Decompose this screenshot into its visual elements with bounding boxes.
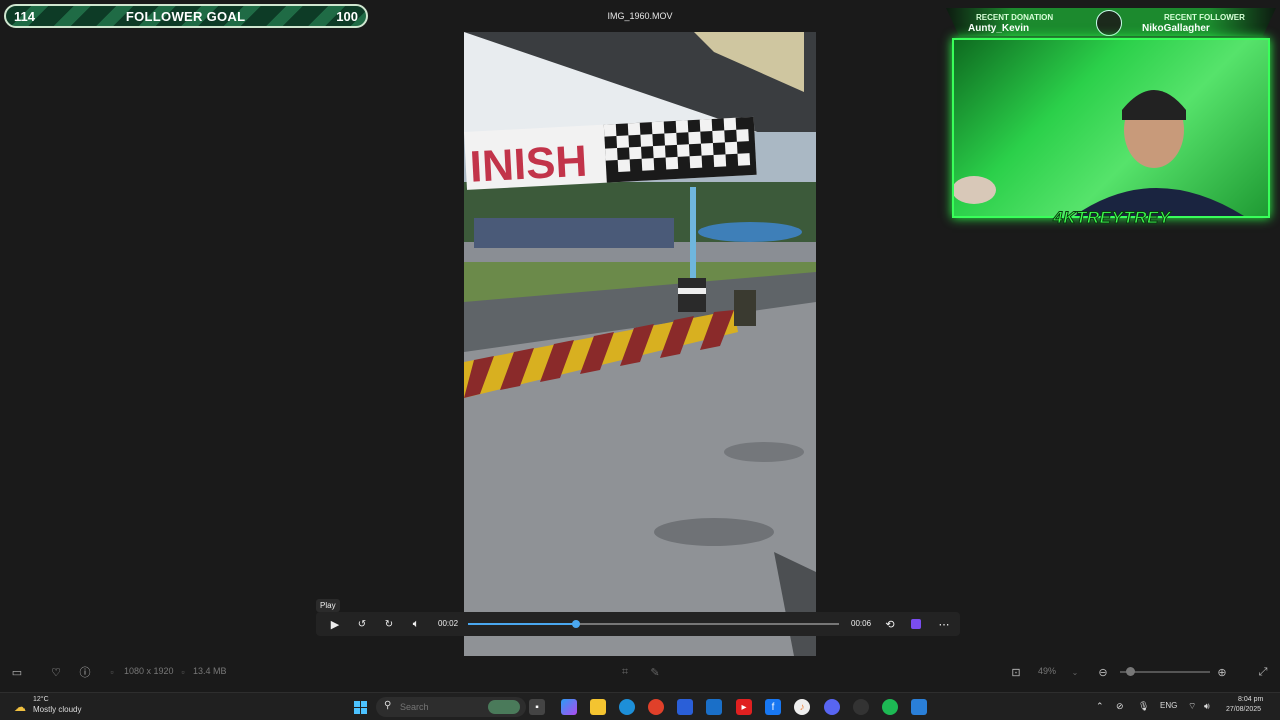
copilot-icon[interactable] xyxy=(561,699,577,715)
crop-icon[interactable]: ⌗ xyxy=(618,665,632,679)
weather-cloud-icon[interactable]: ☁ xyxy=(12,699,28,715)
tray-chevron-up-icon[interactable]: ⌃ xyxy=(1096,701,1104,712)
edge-icon[interactable] xyxy=(619,699,635,715)
forward-30-icon[interactable]: ↻ xyxy=(381,616,397,632)
spotify-icon[interactable] xyxy=(882,699,898,715)
filmstrip-icon[interactable]: ▭ xyxy=(10,665,24,679)
facebook-icon[interactable]: f xyxy=(765,699,781,715)
zoom-out-icon[interactable]: ⊖ xyxy=(1096,665,1110,679)
search-icon: ⚲ xyxy=(384,700,392,711)
webcam-person xyxy=(954,90,1244,216)
language-indicator[interactable]: ENG xyxy=(1160,701,1177,710)
seek-progress xyxy=(468,623,576,625)
seek-handle[interactable] xyxy=(571,620,580,628)
video-frame[interactable]: INISH xyxy=(464,32,816,656)
search-highlight-icon xyxy=(488,700,520,714)
webcam-overlay: RECENT DONATION Aunty_Kevin RECENT FOLLO… xyxy=(946,8,1276,230)
zoom-in-icon[interactable]: ⊕ xyxy=(1215,665,1229,679)
file-info-icon[interactable]: ⓘ xyxy=(78,665,92,679)
taskbar: ☁ 12°C Mostly cloudy ⚲ ▪ ▸ f ♪ ⌃ ⊘ 🎙︎ EN… xyxy=(0,692,1280,720)
store-icon[interactable] xyxy=(677,699,693,715)
file-explorer-icon[interactable] xyxy=(590,699,606,715)
repeat-icon[interactable]: ⟲ xyxy=(882,616,898,632)
webcam-feed xyxy=(952,38,1270,218)
file-size-icon: ▫ xyxy=(181,667,185,677)
recent-donation-name: Aunty_Kevin xyxy=(968,23,1030,34)
start-icon[interactable] xyxy=(352,699,368,715)
more-options-icon[interactable]: ⋯ xyxy=(936,616,952,632)
edit-icon[interactable]: ✎ xyxy=(648,665,662,679)
itunes-icon[interactable]: ♪ xyxy=(794,699,810,715)
fullscreen-icon[interactable]: ⤢ xyxy=(1256,665,1270,679)
rewind-10-icon[interactable]: ↺ xyxy=(354,616,370,632)
resolution-icon: ▫ xyxy=(110,667,114,677)
duration-time: 00:06 xyxy=(851,619,872,628)
volume-icon[interactable]: 🔈︎ xyxy=(408,616,424,632)
zoom-slider[interactable] xyxy=(1120,667,1210,676)
resolution-text: 1080 x 1920 xyxy=(124,666,174,676)
media-controls: ▶ ↺ ↻ 🔈︎ 00:02 00:06 ⟲ ⋯ xyxy=(316,612,960,636)
task-view-icon[interactable]: ▪ xyxy=(529,699,545,715)
youtube-icon[interactable]: ▸ xyxy=(736,699,752,715)
streamer-name: 4KTREYTREY xyxy=(1053,208,1171,228)
taskbar-search[interactable]: ⚲ xyxy=(376,697,526,717)
clock-date[interactable]: 27/08/2025 xyxy=(1226,706,1261,713)
outlook-icon[interactable] xyxy=(706,699,722,715)
photos-icon[interactable] xyxy=(911,699,927,715)
info-bar: ▭ ♡ ⓘ ▫ 1080 x 1920 ▫ 13.4 MB ⌗ ✎ ⊡ 49% … xyxy=(0,660,1280,684)
speaker-icon[interactable]: 🔊︎ xyxy=(1204,701,1210,712)
channel-logo xyxy=(1096,10,1122,36)
zoom-slider-handle[interactable] xyxy=(1126,667,1135,676)
clock-time[interactable]: 8:04 pm xyxy=(1238,696,1263,703)
network-icon[interactable]: ⊘ xyxy=(1116,701,1124,712)
elapsed-time: 00:02 xyxy=(438,619,459,628)
fit-to-window-icon[interactable]: ⊡ xyxy=(1009,665,1023,679)
seek-bar[interactable] xyxy=(468,620,839,628)
recent-donation-label: RECENT DONATION xyxy=(976,13,1054,22)
search-input[interactable] xyxy=(400,700,460,714)
discord-icon[interactable] xyxy=(824,699,840,715)
zoom-level[interactable]: 49% xyxy=(1038,666,1056,676)
finish-sign-text: INISH xyxy=(469,137,589,192)
file-size-text: 13.4 MB xyxy=(193,666,227,676)
weather-description: Mostly cloudy xyxy=(33,705,82,714)
play-icon[interactable]: ▶ xyxy=(327,616,343,632)
recent-follower-name: NikoGallagher xyxy=(1142,23,1210,34)
clipchamp-icon[interactable] xyxy=(908,616,924,632)
weather-temp: 12°C xyxy=(33,696,49,703)
recent-follower-label: RECENT FOLLOWER xyxy=(1164,13,1245,22)
favorite-icon[interactable]: ♡ xyxy=(49,665,63,679)
wifi-icon[interactable]: ⌔ xyxy=(1188,701,1196,712)
microphone-icon[interactable]: 🎙︎ xyxy=(1138,701,1149,712)
chrome-icon[interactable] xyxy=(648,699,664,715)
video-scene: INISH xyxy=(464,32,816,656)
chevron-down-icon[interactable]: ⌄ xyxy=(1068,665,1082,679)
obs-icon[interactable] xyxy=(853,699,869,715)
play-tooltip: Play xyxy=(316,599,340,612)
